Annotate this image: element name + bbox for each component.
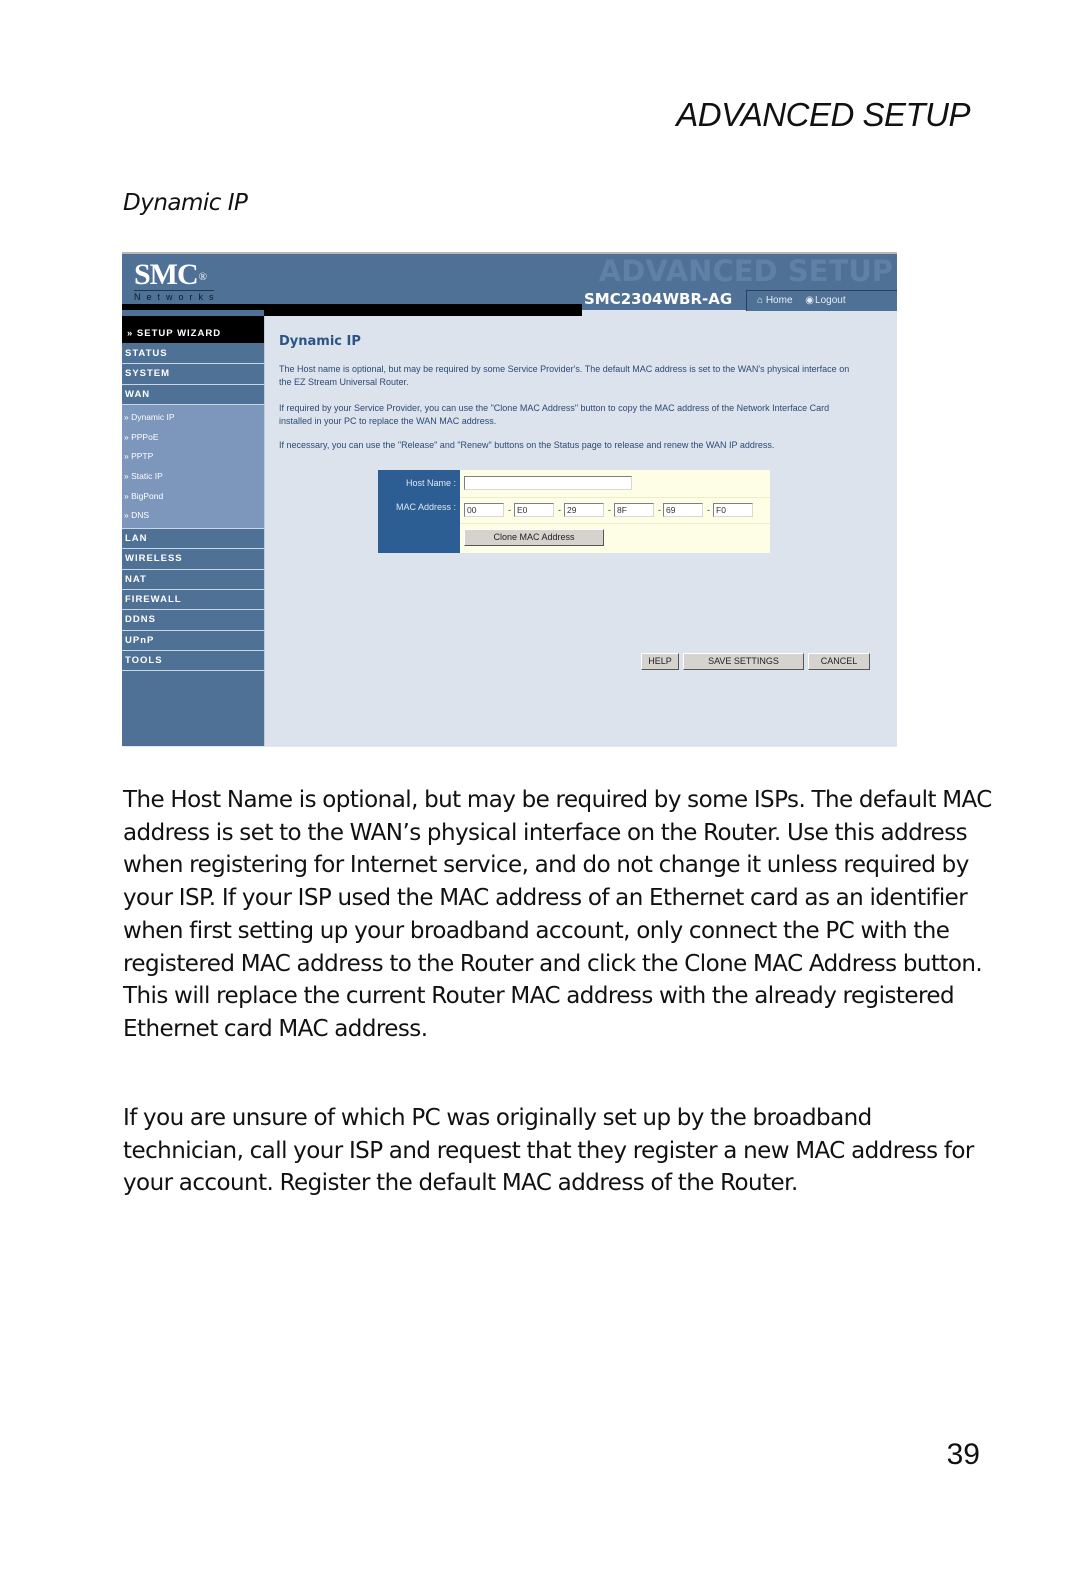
body-paragraph: The Host Name is optional, but may be re…	[123, 787, 992, 1042]
mac-address-label: MAC Address :	[395, 502, 456, 512]
sidebar-subitem-dns[interactable]: » DNS	[122, 506, 264, 526]
form-label-column: Host Name : MAC Address :	[378, 470, 460, 553]
logout-label: Logout	[815, 295, 846, 306]
host-name-label: Host Name :	[405, 478, 456, 488]
sidebar-item-system[interactable]: SYSTEM	[122, 364, 264, 385]
mac-octet-5-input[interactable]	[663, 503, 703, 517]
sidebar-item-nat[interactable]: NAT	[122, 569, 264, 590]
sidebar-item-lan[interactable]: LAN	[122, 529, 264, 550]
body-paragraph: If you are unsure of which PC was origin…	[123, 1105, 974, 1197]
router-banner: SMC® Networks ADVANCED SETUP SMC2304WBR-…	[122, 254, 897, 311]
sidebar-subitem-dynamic-ip[interactable]: » Dynamic IP	[122, 408, 264, 428]
dynamic-ip-form: Host Name : MAC Address : - - - - - Clon…	[378, 470, 770, 553]
model-name: SMC2304WBR-AG	[584, 290, 733, 308]
save-settings-button[interactable]: SAVE SETTINGS	[683, 653, 804, 670]
logo-text: SMC	[134, 258, 199, 291]
sidebar-item-tools[interactable]: TOOLS	[122, 650, 264, 672]
mac-separator: -	[508, 505, 511, 515]
sidebar-item-wan[interactable]: WAN	[122, 384, 264, 405]
logo-networks: Networks	[134, 290, 220, 302]
mac-octet-3-input[interactable]	[564, 503, 604, 517]
home-icon: ⌂	[757, 295, 764, 306]
sidebar-subitem-static-ip[interactable]: » Static IP	[122, 467, 264, 487]
home-label: Home	[765, 295, 793, 306]
content-paragraph: If necessary, you can use the "Release" …	[279, 440, 775, 450]
page-number: 39	[946, 1438, 980, 1471]
banner-watermark: ADVANCED SETUP	[598, 254, 893, 288]
mac-separator: -	[608, 505, 611, 515]
mac-octet-2-input[interactable]	[514, 503, 554, 517]
section-header: ADVANCED SETUP	[676, 96, 970, 133]
setup-wizard-label: » SETUP WIZARD	[127, 328, 222, 339]
sidebar-subitem-pppoe[interactable]: » PPPoE	[122, 428, 264, 448]
sidebar-divider	[264, 316, 265, 746]
mac-octet-4-input[interactable]	[614, 503, 654, 517]
sidebar-item-setup-wizard[interactable]: » SETUP WIZARD	[122, 316, 264, 343]
home-link[interactable]: ⌂ Home	[757, 291, 793, 311]
sidebar-item-firewall[interactable]: FIREWALL	[122, 590, 264, 611]
content-area: Dynamic IP The Host name is optional, bu…	[279, 334, 879, 452]
content-paragraph: The Host name is optional, but may be re…	[279, 364, 850, 387]
logout-link[interactable]: ◉Logout	[805, 291, 845, 311]
sidebar: » SETUP WIZARD STATUS SYSTEM WAN » Dynam…	[122, 310, 264, 746]
top-links: ⌂ Home ◉Logout	[746, 290, 897, 311]
smc-logo: SMC®	[134, 258, 207, 291]
sidebar-subitem-pptp[interactable]: » PPTP	[122, 447, 264, 467]
wan-submenu: » Dynamic IP » PPPoE » PPTP » Static IP …	[122, 404, 264, 530]
mac-octet-6-input[interactable]	[713, 503, 753, 517]
help-button[interactable]: HELP	[641, 653, 679, 670]
sidebar-item-wireless[interactable]: WIRELESS	[122, 549, 264, 570]
registered-mark: ®	[198, 271, 207, 283]
content-paragraph: If required by your Service Provider, yo…	[279, 403, 830, 426]
sidebar-item-upnp[interactable]: UPnP	[122, 630, 264, 651]
sidebar-item-ddns[interactable]: DDNS	[122, 610, 264, 631]
sub-heading: Dynamic IP	[123, 190, 248, 216]
sidebar-item-status[interactable]: STATUS	[122, 344, 264, 365]
row-divider	[460, 523, 770, 524]
mac-separator: -	[558, 505, 561, 515]
host-name-input[interactable]	[464, 476, 632, 490]
sidebar-subitem-bigpond[interactable]: » BigPond	[122, 487, 264, 507]
cancel-button[interactable]: CANCEL	[808, 653, 870, 670]
row-divider	[460, 497, 770, 498]
router-screenshot: SMC® Networks ADVANCED SETUP SMC2304WBR-…	[122, 252, 897, 746]
mac-separator: -	[658, 505, 661, 515]
content-title: Dynamic IP	[279, 334, 361, 349]
mac-octet-1-input[interactable]	[464, 503, 504, 517]
mac-separator: -	[707, 505, 710, 515]
logout-icon: ◉	[805, 295, 815, 306]
clone-mac-address-button[interactable]: Clone MAC Address	[464, 529, 604, 546]
